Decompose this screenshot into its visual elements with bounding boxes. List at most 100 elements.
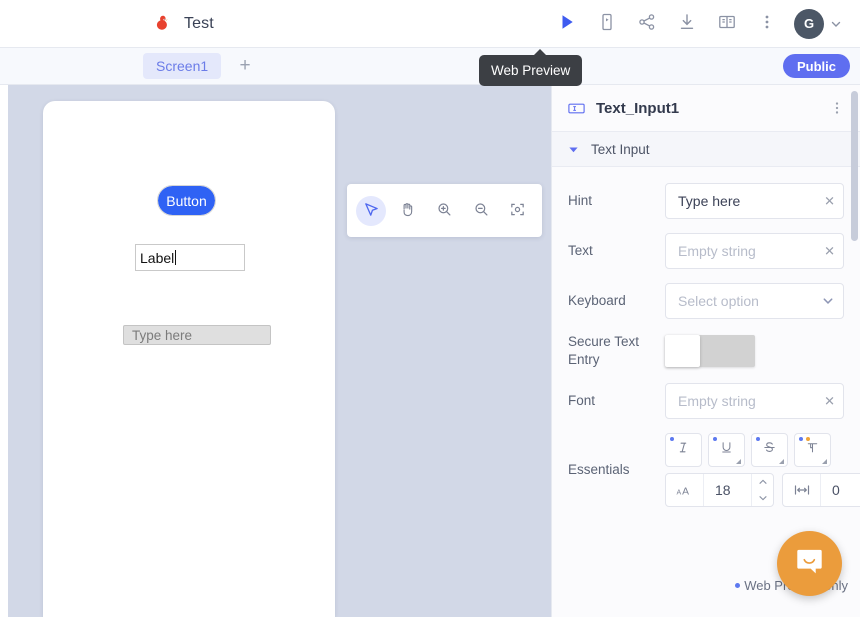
state-dot-blue-icon — [735, 583, 741, 588]
share-icon — [637, 12, 657, 35]
select-tool[interactable] — [356, 195, 387, 226]
secure-text-entry-toggle[interactable] — [665, 335, 755, 368]
panel-header: Text_Input1 — [552, 85, 860, 132]
property-row-hint: Hint Type here ✕ — [568, 183, 844, 219]
font-size-decrement-button[interactable] — [752, 490, 773, 506]
dropdown-corner-icon[interactable] — [779, 459, 784, 465]
property-label-essentials: Essentials — [568, 462, 630, 478]
top-bar-actions: G — [548, 5, 846, 43]
letter-spacing-stepper[interactable]: 0 — [782, 473, 860, 508]
zoom-in-tool[interactable] — [429, 196, 459, 226]
property-label-text: Text — [568, 242, 593, 258]
property-row-font: Font Empty string ✕ — [568, 383, 844, 420]
design-canvas[interactable]: Button Label Type here — [0, 85, 551, 617]
letter-spacing-value[interactable]: 0 — [821, 474, 860, 506]
svg-text:A: A — [682, 487, 689, 498]
avatar-chevron-down-icon[interactable] — [826, 9, 846, 39]
zoom-out-tool[interactable] — [466, 196, 496, 226]
property-field-hint: Type here ✕ — [665, 183, 844, 219]
app-brand: Test — [152, 13, 214, 35]
web-preview-play-button[interactable] — [548, 5, 586, 43]
pan-tool[interactable] — [393, 196, 423, 226]
chevron-down-icon[interactable] — [821, 294, 835, 308]
fit-to-screen-tool[interactable] — [503, 196, 533, 226]
text-clear-icon[interactable]: ✕ — [824, 245, 835, 258]
italic-icon — [676, 440, 691, 460]
letter-spacing-icon — [783, 474, 821, 507]
chat-launcher-button[interactable] — [777, 531, 842, 596]
underline-button[interactable] — [708, 433, 745, 468]
web-preview-tooltip: Web Preview — [479, 49, 583, 86]
download-icon — [677, 12, 697, 35]
state-dot-blue-icon — [670, 437, 674, 442]
add-screen-button[interactable]: + — [233, 53, 257, 79]
strikethrough-button[interactable] — [751, 433, 788, 468]
paragraph-format-button[interactable] — [794, 433, 831, 468]
property-row-secure-text-entry: Secure Text Entry — [568, 333, 844, 369]
state-dot-blue-icon — [799, 437, 803, 442]
top-bar: Test G — [0, 0, 860, 48]
property-label-keyboard: Keyboard — [568, 292, 626, 308]
font-input[interactable]: Empty string — [665, 383, 844, 420]
screen-tab-bar: Screen1 + Public — [0, 48, 860, 85]
kebab-menu-icon — [758, 13, 776, 34]
keyboard-select[interactable]: Select option — [665, 283, 844, 319]
app-logo-bird-icon — [152, 13, 174, 35]
property-label-secure-text-entry: Secure Text Entry — [568, 334, 640, 368]
font-size-stepper[interactable]: A A 18 — [665, 473, 774, 508]
font-clear-icon[interactable]: ✕ — [824, 395, 835, 408]
font-size-value[interactable]: 18 — [704, 474, 751, 506]
hand-icon — [399, 201, 416, 221]
canvas-component-text-input[interactable]: Type here — [123, 325, 271, 345]
font-size-increment-button[interactable] — [752, 474, 773, 490]
property-row-keyboard: Keyboard Select option — [568, 283, 844, 319]
section-header-text-input[interactable]: Text Input — [552, 132, 860, 167]
paragraph-icon — [805, 440, 820, 460]
svg-text:A: A — [677, 489, 682, 496]
chat-bubble-icon — [794, 546, 825, 582]
canvas-toolbar — [347, 184, 542, 237]
canvas-left-strip — [0, 85, 8, 617]
canvas-label-text: Label — [140, 249, 175, 266]
documentation-button[interactable] — [708, 5, 746, 43]
canvas-component-button[interactable]: Button — [157, 185, 216, 216]
text-input-icon — [567, 99, 586, 118]
mobile-preview-button[interactable] — [588, 5, 626, 43]
italic-button[interactable] — [665, 433, 702, 468]
property-row-essentials: Essentials A A 18 0 — [568, 433, 860, 508]
underline-icon — [719, 440, 734, 460]
sidebar-item-screen1[interactable]: Screen1 — [143, 53, 222, 79]
property-label-hint: Hint — [568, 192, 593, 208]
panel-scrollbar[interactable] — [851, 91, 858, 241]
caret-down-icon — [568, 144, 579, 155]
download-button[interactable] — [668, 5, 706, 43]
hint-clear-icon[interactable]: ✕ — [824, 195, 835, 208]
page-title: Text_Input1 — [596, 99, 680, 117]
more-options-button[interactable] — [748, 5, 786, 43]
property-label-font: Font — [568, 393, 596, 409]
share-button[interactable] — [628, 5, 666, 43]
app-root: Test G Screen1 + Public Web Preview Butt… — [0, 0, 860, 617]
play-icon — [557, 12, 577, 35]
dropdown-corner-icon[interactable] — [822, 459, 827, 465]
essentials-grid: A A 18 0 — [665, 433, 860, 508]
app-title: Test — [184, 14, 214, 32]
text-input[interactable]: Empty string — [665, 233, 844, 269]
dropdown-corner-icon[interactable] — [736, 459, 741, 465]
zoom-in-icon — [436, 201, 453, 221]
panel-more-options-button[interactable] — [824, 93, 850, 123]
property-field-keyboard: Select option — [665, 283, 844, 319]
essentials-style-row — [665, 433, 860, 468]
property-field-essentials: A A 18 0 — [665, 433, 860, 508]
phone-preview-frame: Button Label Type here — [43, 101, 335, 617]
section-title: Text Input — [591, 141, 650, 157]
essentials-steppers-row: A A 18 0 — [665, 473, 860, 508]
fit-screen-icon — [509, 201, 526, 221]
mobile-device-icon — [597, 12, 617, 35]
font-size-arrows — [751, 474, 773, 507]
hint-input[interactable]: Type here — [665, 183, 844, 219]
state-dot-blue-icon — [756, 437, 760, 442]
canvas-component-label[interactable]: Label — [135, 244, 245, 271]
avatar[interactable]: G — [794, 8, 824, 39]
visibility-badge[interactable]: Public — [782, 54, 850, 78]
